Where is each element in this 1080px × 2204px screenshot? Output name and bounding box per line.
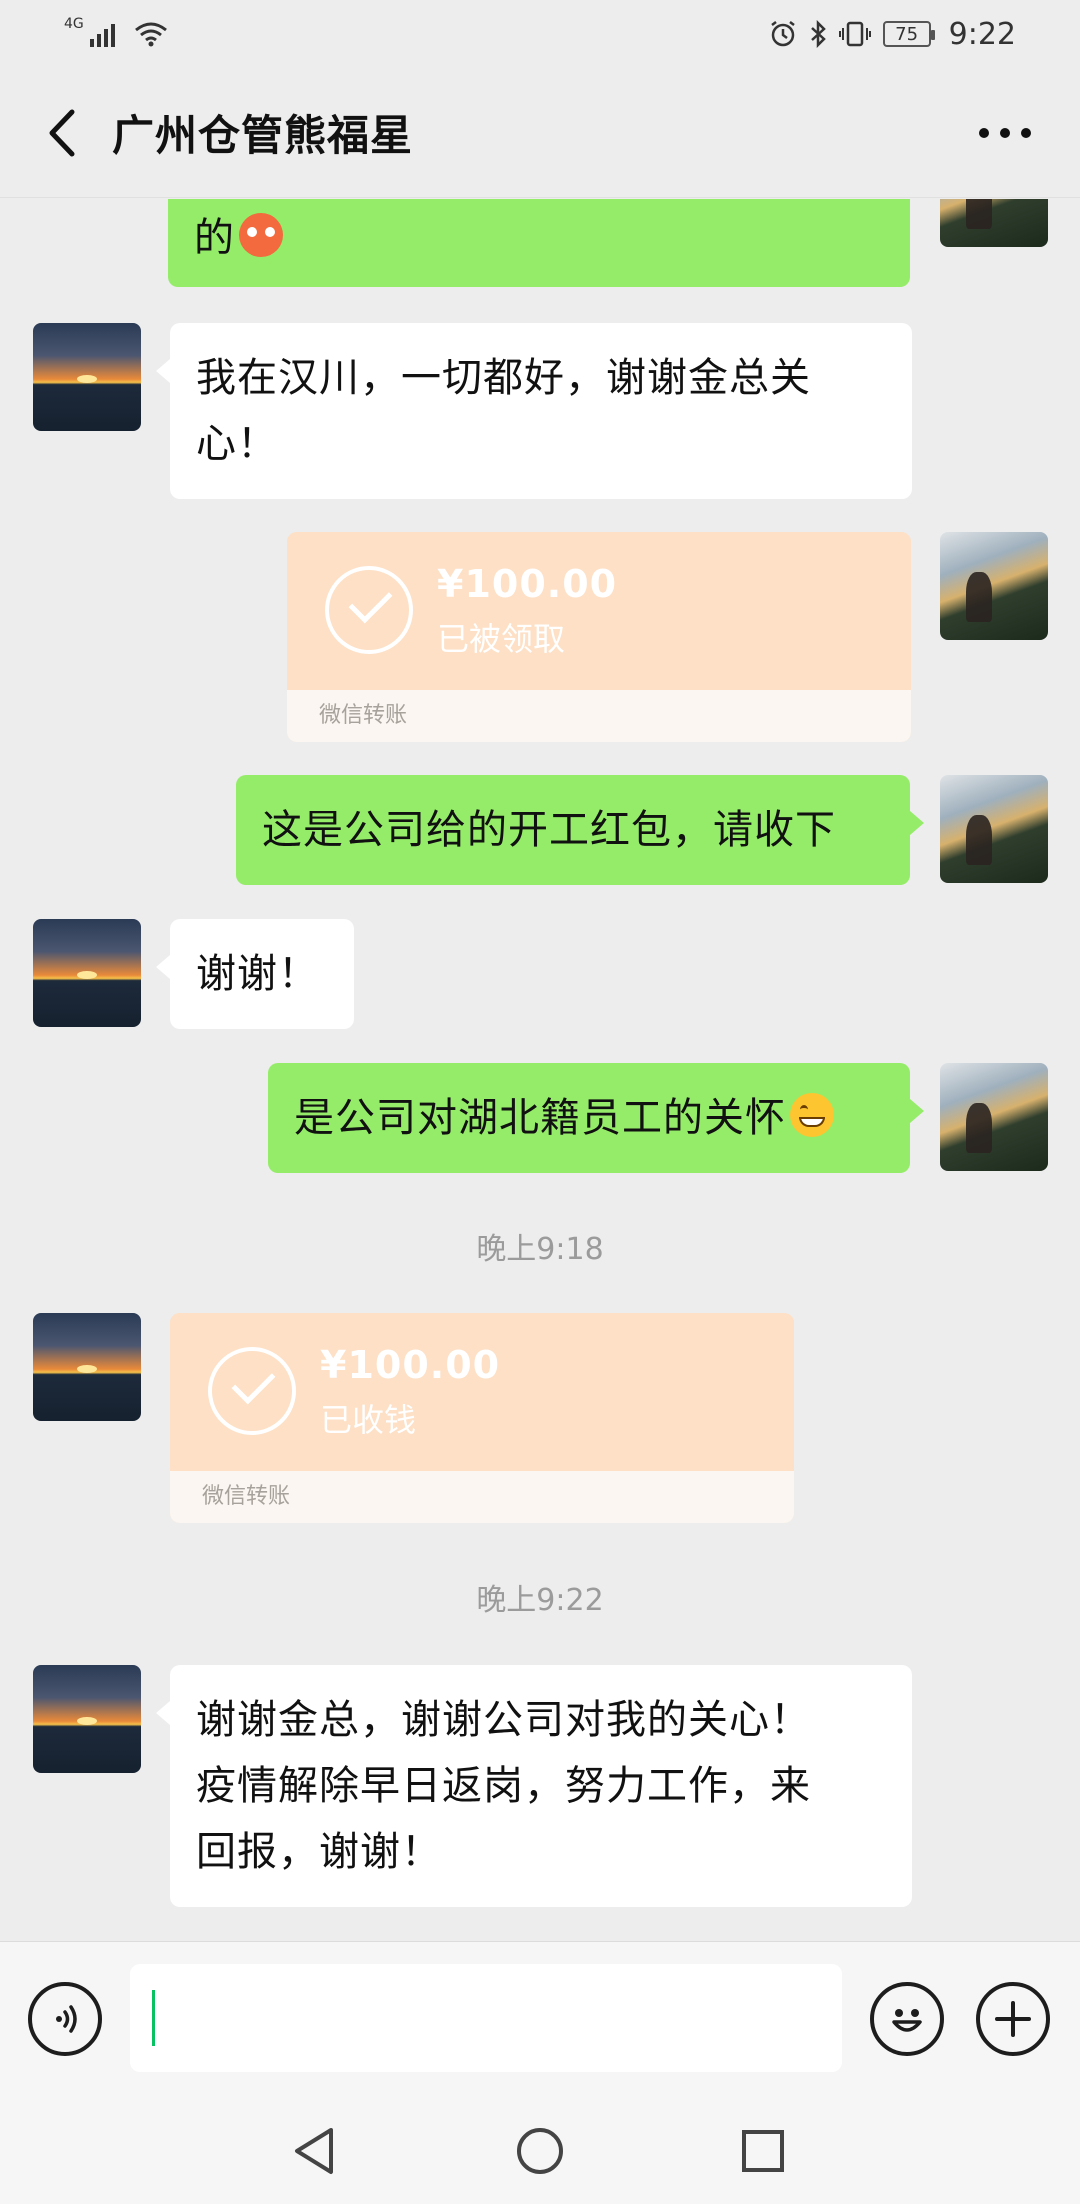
message-bubble[interactable]: 谢谢！ xyxy=(156,919,354,1029)
my-avatar[interactable] xyxy=(940,199,1048,247)
message-input[interactable] xyxy=(130,1964,842,2072)
status-left: 4G xyxy=(64,16,168,47)
message-outgoing: 这是公司给的开工红包，请收下 xyxy=(0,775,1080,887)
system-navigation-bar xyxy=(0,2097,1080,2204)
transfer-card[interactable]: ¥100.00 已被领取 微信转账 xyxy=(287,532,911,742)
chat-input-bar xyxy=(0,1941,1080,2098)
signal-icon xyxy=(89,24,115,47)
message-bubble[interactable]: 是公司对湖北籍员工的关怀 xyxy=(268,1063,924,1173)
chat-message-list[interactable]: 的 我在汉川，一切都好，谢谢金总关 心！ ¥100.00 已被领取 微信转账 这… xyxy=(0,199,1080,1941)
transfer-card-body: ¥100.00 已收钱 xyxy=(170,1313,794,1471)
message-text-line: 我在汉川，一切都好，谢谢金总关 xyxy=(196,355,811,401)
message-text-line: 谢谢金总，谢谢公司对我的关心！ xyxy=(196,1697,811,1743)
message-incoming: 我在汉川，一切都好，谢谢金总关 心！ xyxy=(0,323,1080,503)
circle-home-icon xyxy=(517,2128,563,2174)
triangle-back-icon xyxy=(295,2128,333,2174)
message-outgoing: ¥100.00 已被领取 微信转账 xyxy=(0,532,1080,744)
voice-icon xyxy=(56,2005,77,2033)
alarm-icon xyxy=(770,21,795,47)
transfer-amount: ¥100.00 xyxy=(320,1343,501,1387)
transfer-card-body: ¥100.00 已被领取 xyxy=(287,532,911,690)
message-bubble[interactable]: 的 xyxy=(168,199,910,287)
emoji-face-icon xyxy=(892,2009,922,2032)
contact-avatar[interactable] xyxy=(33,1313,141,1421)
message-timestamp: 晚上9:18 xyxy=(476,1232,604,1267)
message-text-line: 疫情解除早日返岗，努力工作，来 xyxy=(196,1763,811,1809)
system-back-button[interactable] xyxy=(284,2121,344,2181)
message-bubble[interactable]: 这是公司给的开工红包，请收下 xyxy=(236,775,924,885)
my-avatar[interactable] xyxy=(940,775,1048,883)
chat-title: 广州仓管熊福星 xyxy=(112,111,414,160)
flushed-face-emoji-icon xyxy=(239,213,283,257)
transfer-footer: 微信转账 xyxy=(170,1471,794,1523)
system-recent-button[interactable] xyxy=(733,2121,793,2181)
more-dots-icon xyxy=(979,128,1031,138)
message-bubble[interactable]: 我在汉川，一切都好，谢谢金总关 心！ xyxy=(156,323,912,499)
message-text-line: 回报，谢谢！ xyxy=(196,1829,442,1875)
grinning-face-emoji-icon xyxy=(790,1093,834,1137)
wifi-icon xyxy=(134,22,167,47)
transfer-status: 已被领取 xyxy=(437,620,566,658)
chevron-left-icon xyxy=(49,109,75,156)
transfer-card[interactable]: ¥100.00 已收钱 微信转账 xyxy=(170,1313,794,1523)
transfer-footer: 微信转账 xyxy=(287,690,911,742)
message-outgoing: 的 xyxy=(0,199,1080,289)
battery-indicator: 75 xyxy=(882,21,935,47)
emoji-button[interactable] xyxy=(870,1982,944,2056)
system-home-button[interactable] xyxy=(510,2121,570,2181)
message-text: 是公司对湖北籍员工的关怀 xyxy=(294,1095,786,1141)
message-text: 这是公司给的开工红包，请收下 xyxy=(262,807,836,853)
status-bar: 4G 75 9:22 xyxy=(0,0,1080,68)
message-incoming: 谢谢！ xyxy=(0,919,1080,1031)
back-button[interactable] xyxy=(12,83,112,183)
bluetooth-icon xyxy=(810,20,826,48)
status-right: 75 9:22 xyxy=(769,17,1016,52)
contact-avatar[interactable] xyxy=(33,323,141,431)
transfer-amount: ¥100.00 xyxy=(437,562,618,606)
check-circle-icon xyxy=(208,1347,296,1435)
transfer-status: 已收钱 xyxy=(320,1401,417,1439)
message-outgoing: 是公司对湖北籍员工的关怀 xyxy=(0,1063,1080,1175)
message-text: 谢谢！ xyxy=(196,951,319,997)
voice-input-button[interactable] xyxy=(28,1982,102,2056)
message-incoming: 谢谢金总，谢谢公司对我的关心！ 疫情解除早日返岗，努力工作，来 回报，谢谢！ xyxy=(0,1665,1080,1909)
contact-avatar[interactable] xyxy=(33,919,141,1027)
chat-header: 广州仓管熊福星 xyxy=(0,68,1080,198)
more-options-button[interactable] xyxy=(970,98,1040,168)
message-text-line: 心！ xyxy=(196,421,278,467)
message-incoming: ¥100.00 已收钱 微信转账 xyxy=(0,1313,1080,1525)
check-circle-icon xyxy=(325,566,413,654)
plus-icon xyxy=(995,2001,1031,2037)
vibrate-icon xyxy=(838,21,871,47)
network-type-label: 4G xyxy=(64,16,84,32)
more-input-button[interactable] xyxy=(976,1982,1050,2056)
my-avatar[interactable] xyxy=(940,1063,1048,1171)
text-cursor xyxy=(152,1990,155,2046)
message-timestamp: 晚上9:22 xyxy=(476,1583,604,1618)
message-text: 的 xyxy=(194,215,235,261)
contact-avatar[interactable] xyxy=(33,1665,141,1773)
my-avatar[interactable] xyxy=(940,532,1048,640)
message-bubble[interactable]: 谢谢金总，谢谢公司对我的关心！ 疫情解除早日返岗，努力工作，来 回报，谢谢！ xyxy=(156,1665,912,1907)
status-time: 9:22 xyxy=(948,16,1016,52)
square-recent-icon xyxy=(742,2130,784,2172)
